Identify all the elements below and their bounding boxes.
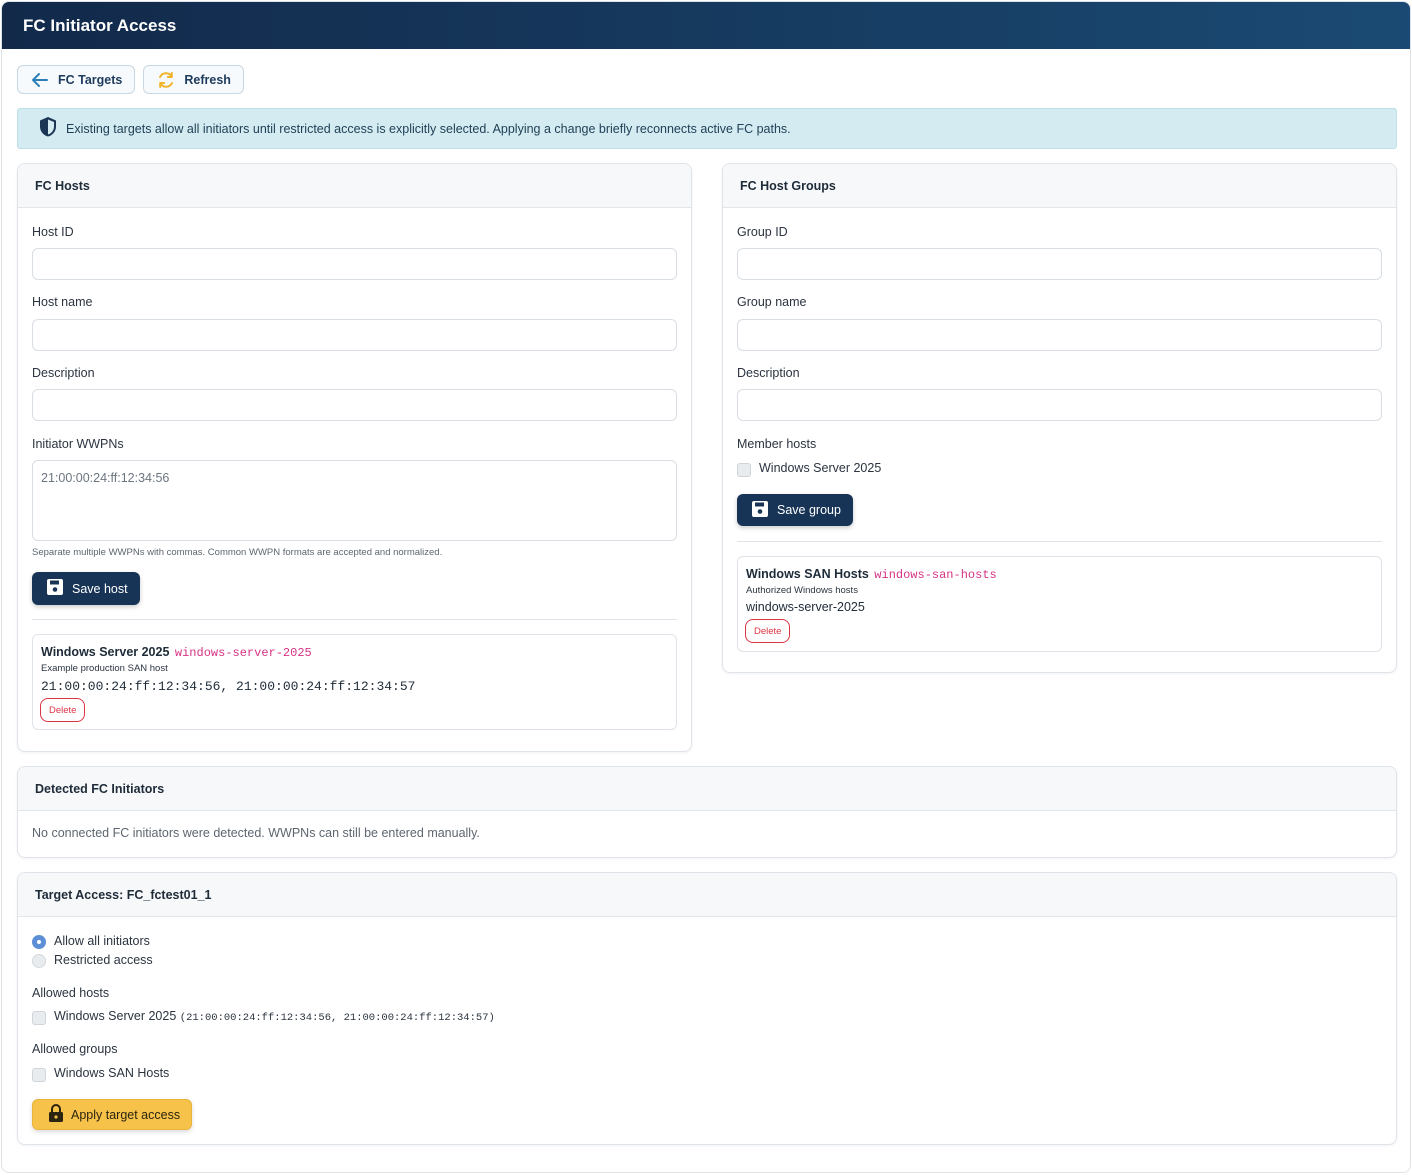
save-group-label: Save group: [777, 503, 841, 517]
lock-icon: [47, 1103, 65, 1126]
host-list-item: Windows Server 2025 windows-server-2025 …: [32, 634, 677, 730]
detected-initiators-title: Detected FC Initiators: [18, 767, 1396, 811]
host-description-label: Description: [32, 366, 95, 380]
apply-target-access-button[interactable]: Apply target access: [32, 1099, 193, 1130]
initiator-wwpns-label: Initiator WWPNs: [32, 437, 124, 451]
apply-target-access-label: Apply target access: [71, 1107, 181, 1122]
notice-text: Existing targets allow all initiators un…: [66, 121, 791, 136]
allowed-groups-label: Allowed groups: [32, 1042, 118, 1056]
group-item-title: Windows SAN Hosts windows-san-hosts: [746, 567, 997, 582]
arrow-left-icon: [30, 70, 50, 90]
allow-all-radio[interactable]: [32, 935, 46, 949]
restricted-access-radio[interactable]: [32, 954, 46, 968]
host-item-title: Windows Server 2025 windows-server-2025: [41, 645, 312, 660]
group-name-label: Group name: [737, 295, 807, 309]
allowed-host-option: Windows Server 2025 (21:00:00:24:ff:12:3…: [54, 1009, 495, 1024]
host-description-input[interactable]: [32, 389, 677, 421]
save-icon: [46, 578, 64, 599]
group-item-description: Authorized Windows hosts: [746, 585, 858, 596]
host-item-wwpns: 21:00:00:24:ff:12:34:56, 21:00:00:24:ff:…: [41, 679, 416, 694]
app-window: FC Initiator Access FC Targets Refresh E…: [1, 1, 1411, 1173]
shield-icon: [38, 116, 58, 141]
target-access-card: Target Access: FC_fctest01_1 Allow all i…: [17, 872, 1397, 1145]
group-description-input[interactable]: [737, 389, 1382, 421]
refresh-icon: [156, 70, 176, 90]
window-title: FC Initiator Access: [2, 2, 1410, 49]
group-item-name: Windows SAN Hosts: [746, 567, 869, 581]
save-group-button[interactable]: Save group: [737, 494, 853, 526]
detected-initiators-message: No connected FC initiators were detected…: [32, 826, 480, 840]
group-name-input[interactable]: [737, 319, 1382, 351]
back-button-label: FC Targets: [58, 72, 123, 87]
host-item-name: Windows Server 2025: [41, 645, 170, 659]
host-id-label: Host ID: [32, 225, 74, 239]
allowed-host-checkbox[interactable]: [32, 1011, 46, 1025]
fc-host-groups-card-title: FC Host Groups: [723, 164, 1396, 208]
group-id-input[interactable]: [737, 248, 1382, 280]
fc-host-groups-card: FC Host Groups Group ID Group name Descr…: [722, 163, 1397, 673]
back-to-fc-targets-button[interactable]: FC Targets: [17, 65, 136, 94]
host-item-description: Example production SAN host: [41, 663, 168, 674]
member-hosts-label: Member hosts: [737, 437, 817, 451]
group-id-label: Group ID: [737, 225, 788, 239]
divider: [32, 619, 677, 620]
fc-hosts-card-title: FC Hosts: [18, 164, 691, 208]
host-name-label: Host name: [32, 295, 93, 309]
group-item-id: windows-san-hosts: [874, 568, 997, 582]
save-host-button[interactable]: Save host: [32, 572, 140, 605]
host-name-input[interactable]: [32, 319, 677, 351]
allowed-host-name: Windows Server 2025: [54, 1009, 177, 1023]
member-host-option: Windows Server 2025: [759, 461, 882, 475]
allowed-group-option: Windows SAN Hosts: [54, 1066, 170, 1080]
host-id-input[interactable]: [32, 248, 677, 280]
allowed-group-checkbox[interactable]: [32, 1068, 46, 1082]
member-host-checkbox[interactable]: [737, 463, 751, 477]
restricted-access-label: Restricted access: [54, 953, 153, 967]
toolbar: FC Targets Refresh: [17, 65, 244, 94]
refresh-button-label: Refresh: [184, 72, 231, 87]
detected-initiators-card: Detected FC Initiators No connected FC i…: [17, 766, 1397, 858]
save-host-label: Save host: [72, 581, 128, 596]
delete-host-button[interactable]: Delete: [40, 698, 86, 722]
info-notice: Existing targets allow all initiators un…: [17, 108, 1397, 149]
group-description-label: Description: [737, 366, 800, 380]
group-list-item: Windows SAN Hosts windows-san-hosts Auth…: [737, 556, 1382, 652]
save-icon: [751, 500, 769, 521]
refresh-button[interactable]: Refresh: [143, 65, 244, 94]
allowed-hosts-label: Allowed hosts: [32, 986, 110, 1000]
target-access-title: Target Access: FC_fctest01_1: [18, 873, 1396, 917]
fc-hosts-card: FC Hosts Host ID Host name Description I…: [17, 163, 692, 752]
group-item-members: windows-server-2025: [746, 600, 865, 614]
allowed-host-wwpns: (21:00:00:24:ff:12:34:56, 21:00:00:24:ff…: [179, 1012, 495, 1024]
allow-all-label: Allow all initiators: [54, 934, 150, 948]
delete-group-button[interactable]: Delete: [745, 619, 791, 643]
initiator-wwpns-textarea[interactable]: 21:00:00:24:ff:12:34:56: [32, 460, 677, 541]
wwpns-hint: Separate multiple WWPNs with commas. Com…: [32, 547, 443, 558]
host-item-id: windows-server-2025: [174, 646, 312, 660]
divider: [737, 541, 1382, 542]
